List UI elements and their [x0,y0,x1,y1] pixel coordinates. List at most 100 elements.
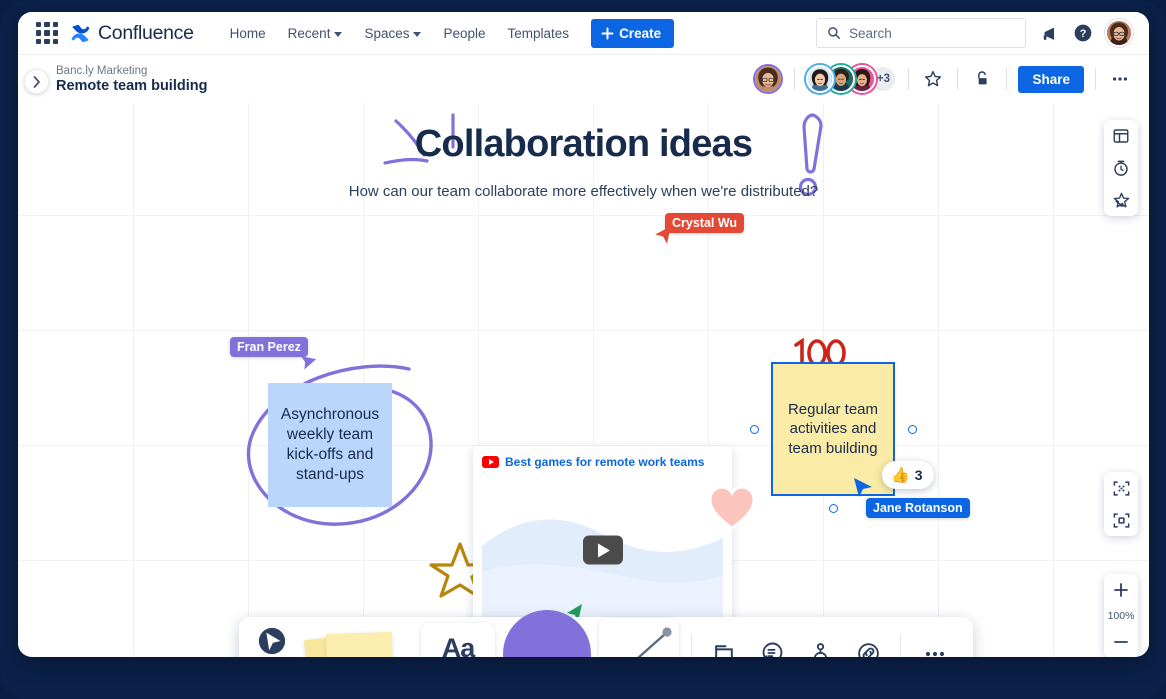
plus-icon [601,27,614,40]
expand-sidebar-button[interactable] [24,69,49,94]
select-tool[interactable] [249,617,305,657]
templates-button[interactable] [1104,120,1138,152]
youtube-icon [482,456,499,468]
star-button[interactable] [920,66,946,92]
follow-me-button[interactable] [1104,184,1138,216]
whiteboard-subtitle[interactable]: How can our team collaborate more effect… [18,183,1149,200]
create-label: Create [619,26,661,41]
brand-name: Confluence [98,22,194,45]
video-embed-card[interactable]: Best games for remote work teams [473,446,732,624]
nav-item-home[interactable]: Home [220,20,276,47]
help-icon: ? [1073,23,1093,43]
timer-button[interactable] [1104,152,1138,184]
star-icon [923,69,943,89]
anchor-handle-left[interactable] [750,425,759,434]
search-input[interactable]: Search [816,18,1026,48]
avatar-face [755,66,781,92]
nav-item-spaces[interactable]: Spaces [354,20,431,47]
cursor-fran-perez: Fran Perez [230,337,308,357]
profile-avatar[interactable] [1105,19,1133,47]
current-user-avatar[interactable] [753,64,783,94]
search-placeholder: Search [849,26,892,41]
avatar-face [1107,21,1131,45]
plus-icon [1113,582,1129,598]
nav-label: Spaces [364,26,409,41]
chevron-down-icon [413,32,421,37]
text-aa-icon: Aa [442,635,475,657]
text-tool-card: Aa [421,623,495,658]
whiteboard-toolbar: Aa [239,617,973,657]
nav-label: People [443,26,485,41]
zoom-to-fit-icon [1112,479,1131,498]
frame-tool[interactable] [700,617,748,657]
create-button[interactable]: Create [591,19,674,48]
page-header-bar: Banc.ly Marketing Remote team building [18,55,1149,103]
zoom-to-selection-icon [1112,511,1131,530]
divider [957,68,958,90]
breadcrumb-space[interactable]: Banc.ly Marketing [56,65,207,77]
avatar-face [808,67,832,91]
nav-label: Home [230,26,266,41]
more-horizontal-icon [1110,69,1130,89]
nav-label: Templates [508,26,570,41]
sticky-note-text: Asynchronous weekly team kick-offs and s… [280,405,380,484]
shape-tool[interactable] [499,617,595,657]
screenshot-root: Confluence Home Recent Spaces People Tem… [0,0,1166,699]
stamp-tool[interactable] [796,617,844,657]
whiteboard-title[interactable]: Collaboration ideas [18,123,1149,166]
nav-item-recent[interactable]: Recent [278,20,353,47]
video-thumbnail[interactable] [482,476,723,624]
play-icon[interactable] [583,536,623,565]
hand-icon [261,656,280,658]
link-tool[interactable] [844,617,892,657]
collaborator-facepile: +3 [806,65,897,93]
cursor-pointer-icon [298,354,318,374]
frame-icon [703,633,745,658]
zoom-level[interactable]: 100% [1108,606,1135,626]
follow-me-icon [1112,191,1131,210]
line-icon [599,618,679,658]
line-tool[interactable] [595,617,683,657]
restrictions-button[interactable] [969,66,995,92]
nav-item-people[interactable]: People [433,20,495,47]
help-button[interactable]: ? [1070,20,1096,46]
toolbar-divider [691,634,692,658]
page-actions: +3 Share [753,64,1133,94]
share-button[interactable]: Share [1018,66,1084,93]
sticky-note-blue[interactable]: Asynchronous weekly team kick-offs and s… [268,383,392,507]
unlock-icon [972,69,992,89]
chevron-right-icon [33,76,41,88]
svg-text:?: ? [1080,28,1087,40]
stamp-icon [799,633,841,658]
zoom-to-fit-button[interactable] [1104,472,1138,504]
cursor-jane-rotanson: Jane Rotanson [856,481,970,518]
text-tool[interactable]: Aa [417,617,499,657]
zoom-to-selection-button[interactable] [1104,504,1138,536]
divider [1095,68,1096,90]
page-title[interactable]: Remote team building [56,78,207,94]
sticky-note-tool[interactable] [305,617,417,657]
video-title[interactable]: Best games for remote work teams [505,455,704,469]
anchor-handle-bottom[interactable] [829,504,838,513]
link-icon [847,633,889,658]
nav-item-templates[interactable]: Templates [498,20,580,47]
timer-icon [1112,159,1130,177]
zoom-in-button[interactable] [1104,574,1138,606]
anchor-handle-right[interactable] [908,425,917,434]
right-rail-tools [1104,120,1138,216]
divider [1006,68,1007,90]
more-actions-button[interactable] [1107,66,1133,92]
search-icon [827,26,841,40]
chevron-down-icon [334,32,342,37]
zoom-out-button[interactable] [1104,626,1138,657]
confluence-logo[interactable]: Confluence [70,22,194,45]
cursor-label: Fran Perez [230,337,308,357]
reaction-tool[interactable] [748,617,796,657]
more-tools[interactable] [909,617,961,657]
app-switcher-icon[interactable] [36,22,58,44]
toolbar-divider [900,634,901,658]
notifications-button[interactable] [1035,20,1061,46]
right-rail-fit-tools [1104,472,1138,536]
sticky-stack-front [326,631,394,657]
whiteboard-canvas[interactable]: Collaboration ideas How can our team col… [18,103,1149,657]
